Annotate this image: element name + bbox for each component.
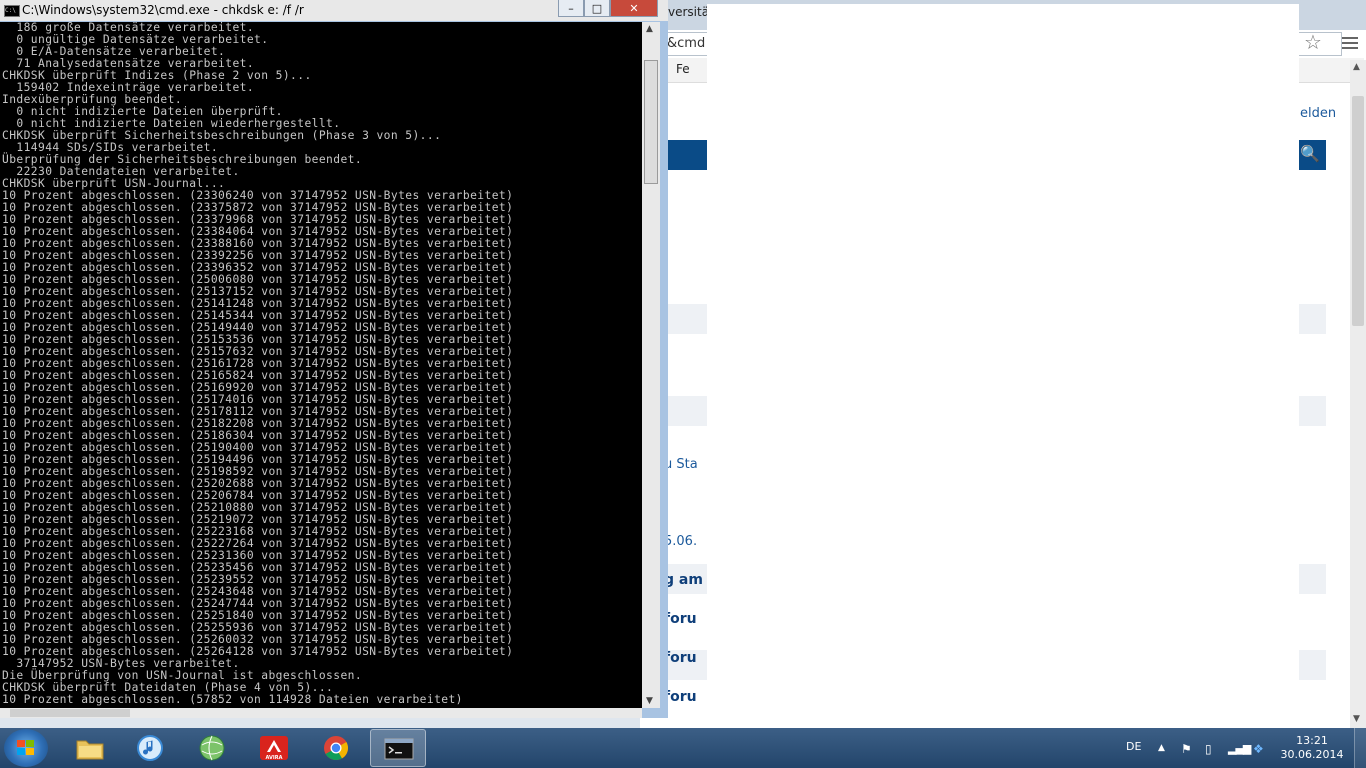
- console-vertical-scrollbar[interactable]: ▲ ▼: [642, 22, 660, 708]
- taskbar: AVIRA DE ▲ ⚑ ▯ ▂▄▆ ❖ 13:21 30.06.2014: [0, 728, 1366, 768]
- avira-label: AVIRA: [266, 755, 283, 761]
- maximize-button[interactable]: □: [584, 0, 610, 17]
- itunes-icon: [137, 735, 163, 761]
- clock-date: 30.06.2014: [1280, 748, 1344, 761]
- scroll-down-icon[interactable]: ▼: [1353, 714, 1360, 724]
- taskbar-network[interactable]: [184, 729, 240, 767]
- browser-scrollbar[interactable]: ▲ ▼: [1350, 60, 1366, 728]
- scrollbar-thumb[interactable]: [10, 709, 130, 717]
- cmd-window[interactable]: C:\ C:\Windows\system32\cmd.exe - chkdsk…: [0, 0, 668, 718]
- forum-link[interactable]: foru: [664, 611, 697, 627]
- content-snippet: 5.06.: [664, 534, 698, 549]
- taskbar-cmd[interactable]: [370, 729, 426, 767]
- folder-icon: [76, 740, 104, 760]
- cmd-icon: [384, 738, 414, 760]
- close-button[interactable]: ✕: [610, 0, 658, 17]
- action-center-flag-icon[interactable]: ⚑: [1181, 742, 1192, 756]
- chrome-icon: [324, 736, 349, 761]
- system-clock[interactable]: 13:21 30.06.2014: [1280, 734, 1344, 762]
- globe-icon: [199, 735, 225, 761]
- taskbar-avira[interactable]: AVIRA: [246, 729, 302, 767]
- minimize-button[interactable]: –: [558, 0, 584, 17]
- cmd-titlebar[interactable]: C:\ C:\Windows\system32\cmd.exe - chkdsk…: [0, 0, 668, 21]
- console-output[interactable]: 186 große Datensätze verarbeitet. 0 ungü…: [0, 22, 642, 708]
- clock-time: 13:21: [1296, 734, 1328, 747]
- login-link[interactable]: elden: [1300, 106, 1336, 121]
- show-hidden-icons-icon[interactable]: ▲: [1158, 743, 1165, 753]
- dropbox-icon[interactable]: ❖: [1253, 742, 1264, 756]
- device-icon[interactable]: ▯: [1205, 742, 1212, 756]
- menu-icon[interactable]: [1342, 34, 1358, 52]
- scroll-up-icon[interactable]: ▲: [1353, 62, 1360, 72]
- taskbar-explorer[interactable]: [62, 729, 118, 767]
- scrollbar-thumb[interactable]: [644, 60, 658, 184]
- forum-link[interactable]: foru: [664, 689, 697, 705]
- network-signal-icon[interactable]: ▂▄▆: [1228, 742, 1251, 755]
- content-snippet[interactable]: u Sta: [664, 457, 698, 472]
- show-desktop-button[interactable]: [1354, 728, 1366, 768]
- bookmark-item[interactable]: Fe: [676, 62, 690, 76]
- cmd-title: C:\Windows\system32\cmd.exe - chkdsk e: …: [22, 3, 304, 17]
- avira-icon: AVIRA: [260, 736, 288, 761]
- forum-link[interactable]: foru: [664, 650, 697, 666]
- language-indicator[interactable]: DE: [1126, 740, 1141, 753]
- console-horizontal-scrollbar[interactable]: [0, 708, 642, 718]
- forum-link[interactable]: g am: [664, 572, 703, 588]
- taskbar-chrome[interactable]: [308, 729, 364, 767]
- bookmark-star-icon[interactable]: ☆: [1304, 30, 1322, 54]
- address-text: &cmd: [667, 36, 706, 51]
- start-button[interactable]: [4, 729, 48, 767]
- blank-window-area: [707, 4, 1299, 728]
- taskbar-itunes[interactable]: [122, 729, 178, 767]
- console-text: 186 große Datensätze verarbeitet. 0 ungü…: [2, 22, 514, 706]
- windows-logo-icon: [17, 740, 35, 756]
- search-icon[interactable]: 🔍: [1300, 144, 1320, 163]
- scrollbar-thumb[interactable]: [1352, 96, 1364, 326]
- cmd-icon: C:\: [4, 5, 20, 17]
- scroll-up-icon[interactable]: ▲: [646, 24, 653, 34]
- scroll-down-icon[interactable]: ▼: [646, 696, 653, 706]
